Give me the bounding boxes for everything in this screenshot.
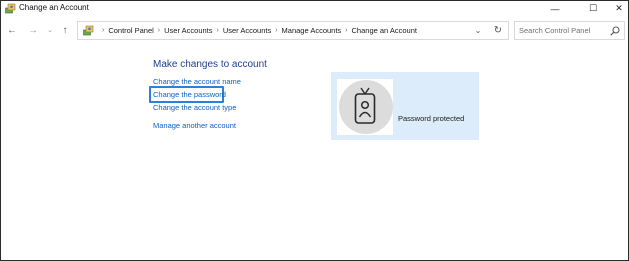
manage-another-account-link[interactable]: Manage another account [153,121,236,130]
close-button[interactable]: ✕ [605,1,628,16]
back-button[interactable]: ← [5,23,19,37]
search-box[interactable] [514,21,625,40]
control-panel-icon [5,3,16,14]
page-title: Make changes to account [153,59,267,70]
account-status: Password protected [398,114,465,123]
recent-locations-button[interactable]: ⌄ [43,23,57,37]
control-panel-icon [83,25,94,36]
search-input[interactable] [519,23,607,38]
breadcrumb-separator[interactable]: › [345,27,347,34]
change-password-link[interactable]: Change the password [153,90,226,99]
breadcrumb-user-accounts[interactable]: User Accounts [164,26,212,35]
breadcrumb-separator[interactable]: › [158,27,160,34]
breadcrumb-change-an-account[interactable]: Change an Account [352,26,417,35]
change-account-type-link[interactable]: Change the account type [153,103,236,112]
forward-button[interactable]: → [26,23,40,37]
breadcrumb-control-panel[interactable]: Control Panel [108,26,153,35]
title-bar: Change an Account — ☐ ✕ [1,1,628,17]
breadcrumb-separator: › [102,27,105,34]
up-button[interactable]: ↑ [58,23,72,37]
minimize-button[interactable]: — [541,1,569,16]
refresh-button[interactable]: ↻ [491,23,505,37]
user-badge-icon [354,87,376,124]
avatar [337,79,393,135]
address-bar[interactable]: › Control Panel › User Accounts › User A… [77,21,509,40]
chevron-down-icon[interactable]: ⌄ [472,24,484,36]
breadcrumb-user-accounts-sub[interactable]: User Accounts [223,26,271,35]
navigation-bar: ← → ⌄ ↑ › Control Panel › User Accounts … [1,17,628,45]
maximize-button[interactable]: ☐ [579,1,607,16]
change-account-window: Change an Account — ☐ ✕ ← → ⌄ ↑ › Contro… [0,0,629,261]
breadcrumb-manage-accounts[interactable]: Manage Accounts [282,26,342,35]
window-title: Change an Account [19,3,89,12]
breadcrumb: › Control Panel › User Accounts › User A… [98,22,417,39]
search-icon[interactable] [610,26,620,36]
breadcrumb-separator[interactable]: › [275,27,277,34]
change-account-name-link[interactable]: Change the account name [153,77,241,86]
breadcrumb-separator[interactable]: › [217,27,219,34]
